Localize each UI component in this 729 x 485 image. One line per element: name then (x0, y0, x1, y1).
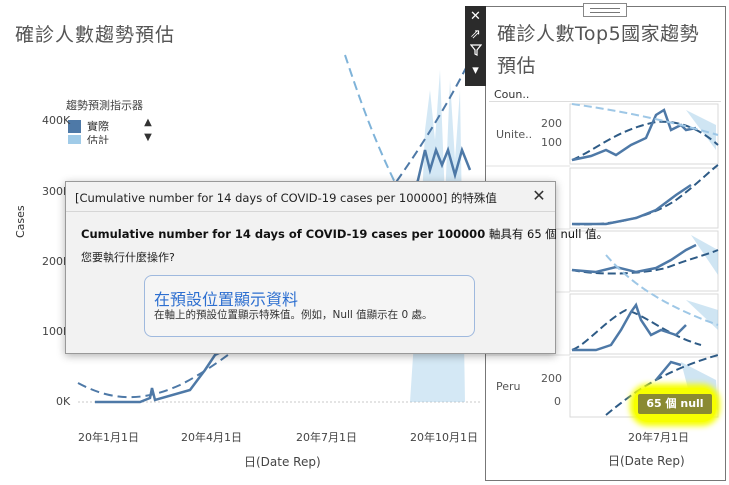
legend-item-estimate[interactable]: 估計 (68, 135, 109, 144)
x-tick-label: 20年10月1日 (410, 431, 478, 444)
row-label-country[interactable]: Unite.. (496, 128, 532, 141)
row-y-tick: 0 (554, 395, 561, 408)
dialog-title: [Cumulative number for 14 days of COVID-… (75, 191, 497, 205)
row-label-country[interactable]: Peru (496, 380, 521, 393)
x-tick-label: 20年7月1日 (296, 431, 357, 444)
x-axis-label: 日(Date Rep) (244, 455, 321, 469)
row-y-tick: 100 (541, 136, 562, 149)
row-y-tick: 200 (541, 117, 562, 130)
legend-scroll-down-icon[interactable]: ▼ (142, 131, 154, 144)
close-icon[interactable]: ✕ (529, 185, 549, 207)
right-x-tick-label: 20年7月1日 (628, 431, 689, 444)
dialog-question: 您要執行什麼操作? (81, 251, 175, 264)
null-count-text: 軸具有 65 個 null 值。 (485, 227, 609, 241)
close-icon[interactable]: ✕ (465, 8, 486, 26)
right-x-axis-label: 日(Date Rep) (608, 454, 685, 468)
x-tick-label: 20年4月1日 (181, 431, 242, 444)
dialog-divider (66, 211, 555, 212)
legend-label: 實際 (87, 120, 109, 133)
drag-handle[interactable] (583, 3, 627, 17)
legend-scroll-up-icon[interactable]: ▲ (142, 116, 154, 129)
legend-title: 趨勢預測指示器 (66, 99, 143, 112)
legend-item-actual[interactable]: 實際 (68, 118, 109, 134)
legend-swatch (68, 135, 81, 144)
y-axis-label: Cases (14, 205, 27, 238)
grip-line (590, 12, 620, 13)
option-description: 在軸上的預設位置顯示特殊值。例如，Null 值顯示在 0 處。 (154, 309, 433, 321)
x-tick-label: 20年1月1日 (78, 431, 139, 444)
measure-name: Cumulative number for 14 days of COVID-1… (81, 227, 486, 241)
sheet-toolbar: ✕ ⇗ ▾ (465, 6, 486, 86)
legend-label: 估計 (87, 135, 109, 144)
y-tick-label: 400K (42, 114, 71, 127)
null-indicator-badge[interactable]: 65 個 null (638, 394, 712, 414)
row-y-tick: 200 (541, 372, 562, 385)
filter-icon[interactable] (465, 44, 486, 62)
dialog-message: Cumulative number for 14 days of COVID-1… (81, 226, 608, 242)
y-tick-label: 0K (56, 395, 71, 408)
right-sheet-title: 確診人數Top5國家趨勢預估 (497, 23, 700, 77)
grip-line (590, 8, 620, 9)
popout-icon[interactable]: ⇗ (465, 26, 486, 44)
dropdown-icon[interactable]: ▾ (465, 62, 486, 80)
